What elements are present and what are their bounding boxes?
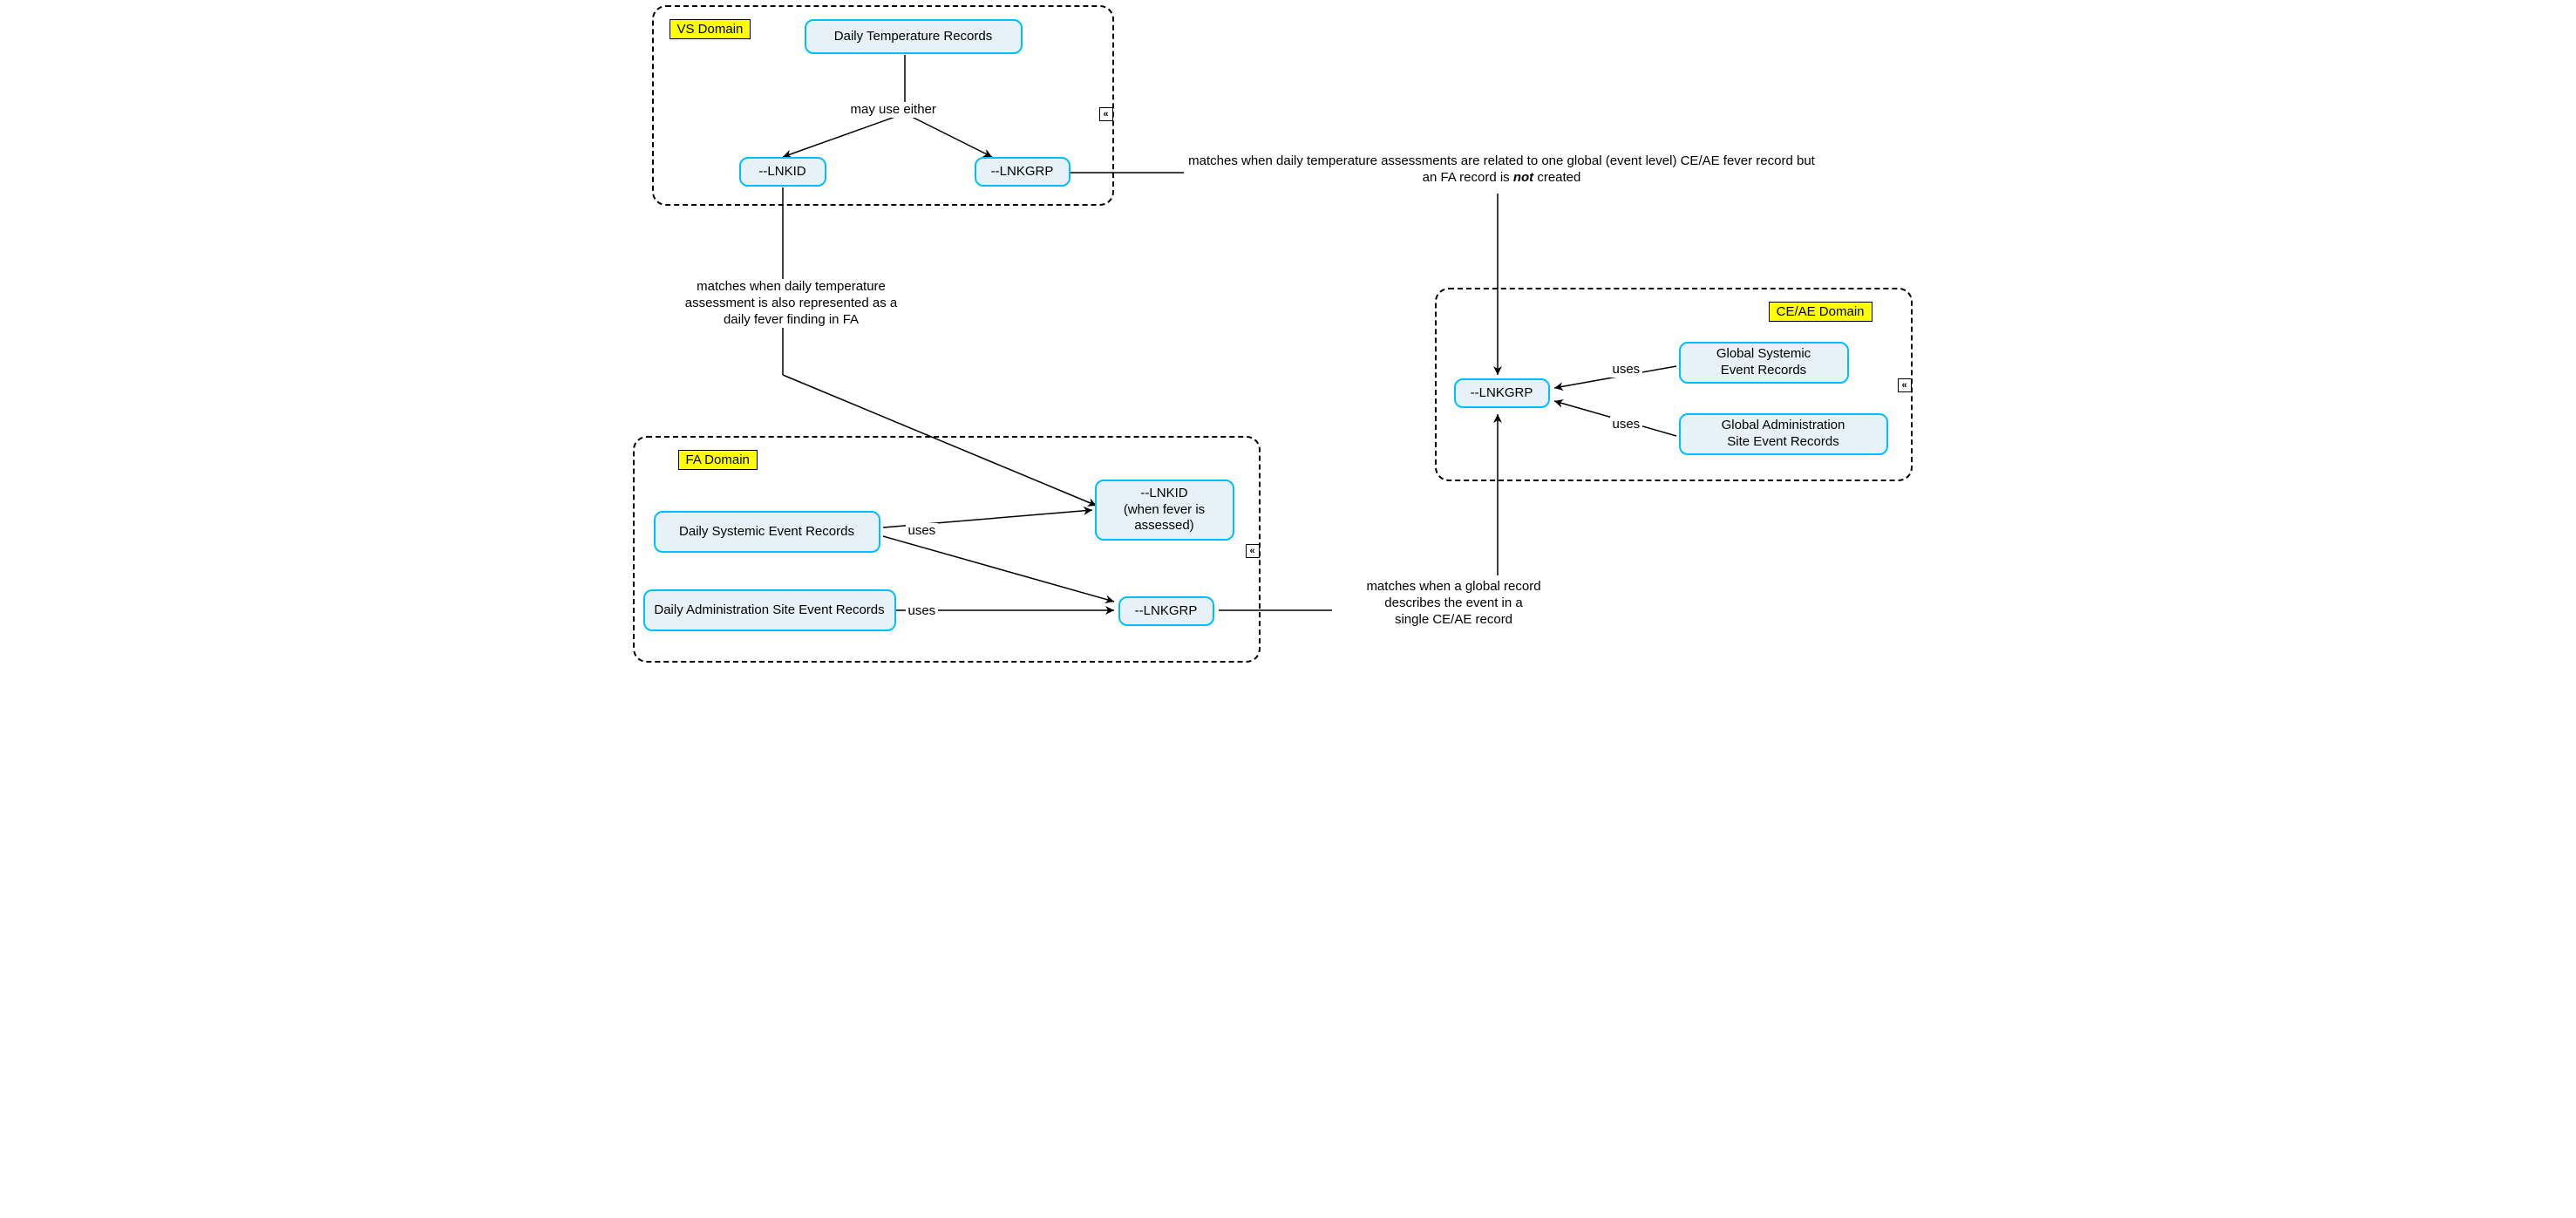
- ce-ae-domain-label: CE/AE Domain: [1769, 302, 1873, 322]
- node-ce-lnkgrp[interactable]: --LNKGRP: [1454, 378, 1550, 408]
- node-fa-lnkgrp[interactable]: --LNKGRP: [1118, 596, 1214, 626]
- collapse-icon[interactable]: [1246, 544, 1260, 558]
- node-vs-lnkgrp[interactable]: --LNKGRP: [975, 157, 1071, 187]
- node-daily-systemic-event-records[interactable]: Daily Systemic Event Records: [654, 511, 880, 553]
- edge-label-uses: uses: [906, 523, 939, 539]
- annotation-vs-lnkgrp-match: matches when daily temperature assessmen…: [1184, 153, 1820, 187]
- edge-label-may-use-either: may use either: [848, 102, 939, 118]
- annotation-text-post: created: [1533, 170, 1580, 185]
- annotation-vs-lnkid-match: matches when daily temperature assessmen…: [648, 279, 935, 328]
- vs-domain-label: VS Domain: [669, 19, 751, 39]
- edge-label-uses: uses: [1610, 417, 1643, 432]
- edge-label-uses: uses: [906, 603, 939, 619]
- fa-domain-label: FA Domain: [678, 450, 758, 470]
- node-daily-temperature-records[interactable]: Daily Temperature Records: [805, 19, 1023, 54]
- annotation-fa-lnkgrp-match: matches when a global record describes t…: [1332, 579, 1576, 628]
- node-fa-lnkid[interactable]: --LNKID (when fever is assessed): [1095, 480, 1234, 541]
- collapse-icon[interactable]: [1898, 378, 1912, 392]
- annotation-text-pre: matches when daily temperature assessmen…: [1188, 153, 1815, 185]
- node-daily-admin-site-event-records[interactable]: Daily Administration Site Event Records: [643, 589, 896, 631]
- collapse-icon[interactable]: [1099, 107, 1113, 121]
- annotation-text-not: not: [1513, 170, 1533, 185]
- node-vs-lnkid[interactable]: --LNKID: [739, 157, 826, 187]
- diagram-canvas: VS Domain Daily Temperature Records --LN…: [617, 0, 1960, 715]
- edge-label-uses: uses: [1610, 362, 1643, 378]
- node-global-systemic-event-records[interactable]: Global Systemic Event Records: [1679, 342, 1849, 384]
- node-global-admin-site-event-records[interactable]: Global Administration Site Event Records: [1679, 413, 1888, 455]
